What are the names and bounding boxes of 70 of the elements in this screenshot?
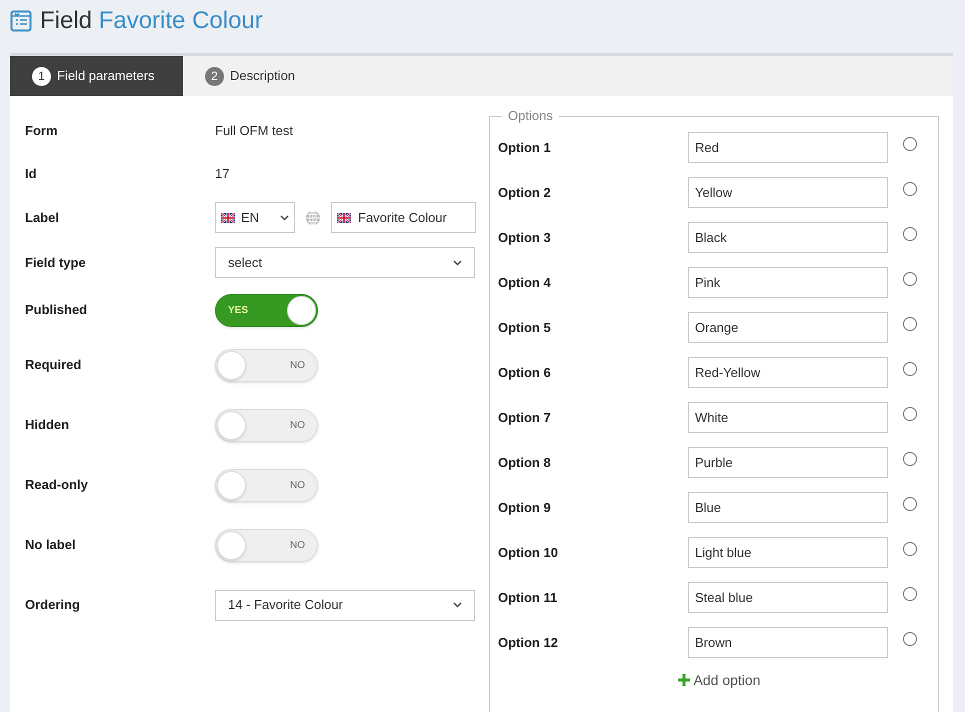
- option-label: Option 2: [498, 184, 552, 202]
- globe-icon: [305, 210, 321, 226]
- radio-button[interactable]: [903, 316, 917, 330]
- plus-icon: [678, 674, 690, 686]
- toggle-switch[interactable]: NO: [215, 408, 318, 442]
- option-input[interactable]: Red-Yellow: [688, 357, 888, 388]
- tab[interactable]: 1 Field parameters: [10, 56, 183, 96]
- field-label: Field type: [25, 254, 87, 272]
- radio-button[interactable]: [903, 542, 917, 556]
- field-value: Full OFM test: [215, 122, 294, 140]
- option-input[interactable]: Yellow: [688, 177, 888, 208]
- field-value: 17: [215, 164, 230, 183]
- form-icon: [10, 10, 32, 32]
- option-label: Option 11: [498, 588, 558, 607]
- option-input[interactable]: Black: [688, 222, 888, 253]
- option-label: Option 5: [498, 318, 552, 337]
- option-label: Option 3: [498, 228, 552, 247]
- field-label: No label: [25, 536, 77, 554]
- language-select[interactable]: EN: [215, 202, 295, 233]
- radio-button[interactable]: [903, 226, 917, 240]
- page-title-name: Favorite Colour: [98, 7, 263, 34]
- page-title-prefix: Field: [40, 7, 92, 34]
- radio-button[interactable]: [903, 406, 917, 420]
- option-label: Option 6: [498, 364, 552, 382]
- field-label: Published: [25, 301, 88, 320]
- option-label: Option 1: [498, 138, 552, 157]
- option-label: Option 8: [498, 454, 552, 472]
- field-label: Form: [25, 122, 58, 140]
- option-input[interactable]: Blue: [688, 492, 888, 523]
- option-label: Option 9: [498, 498, 552, 517]
- radio-button[interactable]: [903, 362, 917, 376]
- select-dropdown[interactable]: 14 - Favorite Colour: [215, 590, 475, 620]
- option-input[interactable]: Brown: [688, 627, 888, 658]
- field-label: Required: [25, 356, 82, 374]
- fieldset-legend: Options: [502, 108, 559, 124]
- option-label: Option 12: [498, 634, 559, 652]
- option-label: Option 10: [498, 544, 559, 562]
- field-label: Id: [25, 164, 38, 183]
- radio-button[interactable]: [903, 182, 917, 196]
- field-label: Hidden: [25, 416, 70, 434]
- option-input[interactable]: Pink: [688, 267, 888, 298]
- radio-button[interactable]: [903, 452, 917, 466]
- option-input[interactable]: Light blue: [688, 537, 888, 568]
- toggle-switch[interactable]: NO: [215, 528, 318, 562]
- label-input[interactable]: Favorite Colour: [331, 202, 476, 233]
- option-input[interactable]: Orange: [688, 312, 888, 343]
- option-label: Option 4: [498, 274, 552, 292]
- radio-button[interactable]: [903, 586, 917, 600]
- uk-flag-icon: [221, 212, 235, 222]
- option-label: Option 7: [498, 408, 552, 427]
- radio-button[interactable]: [903, 136, 917, 150]
- option-input[interactable]: Steal blue: [688, 582, 888, 613]
- toggle-switch[interactable]: NO: [215, 348, 318, 382]
- select-dropdown[interactable]: select: [215, 247, 475, 278]
- radio-button[interactable]: [903, 272, 917, 286]
- option-input[interactable]: Red: [688, 132, 888, 163]
- option-input[interactable]: White: [688, 402, 888, 433]
- chevron-down-icon: [280, 214, 289, 220]
- chevron-down-icon: [453, 260, 462, 266]
- field-label: Read-only: [25, 476, 89, 494]
- uk-flag-icon: [337, 212, 351, 222]
- chevron-down-icon: [453, 602, 462, 608]
- tab[interactable]: 2 Description: [183, 56, 318, 96]
- toggle-switch[interactable]: NO: [215, 468, 318, 502]
- field-label: Label: [25, 208, 60, 227]
- add-option-link[interactable]: Add option: [678, 667, 760, 693]
- radio-button[interactable]: [903, 496, 917, 510]
- option-input[interactable]: Purble: [688, 447, 888, 478]
- field-label: Ordering: [25, 596, 81, 614]
- radio-button[interactable]: [903, 632, 917, 646]
